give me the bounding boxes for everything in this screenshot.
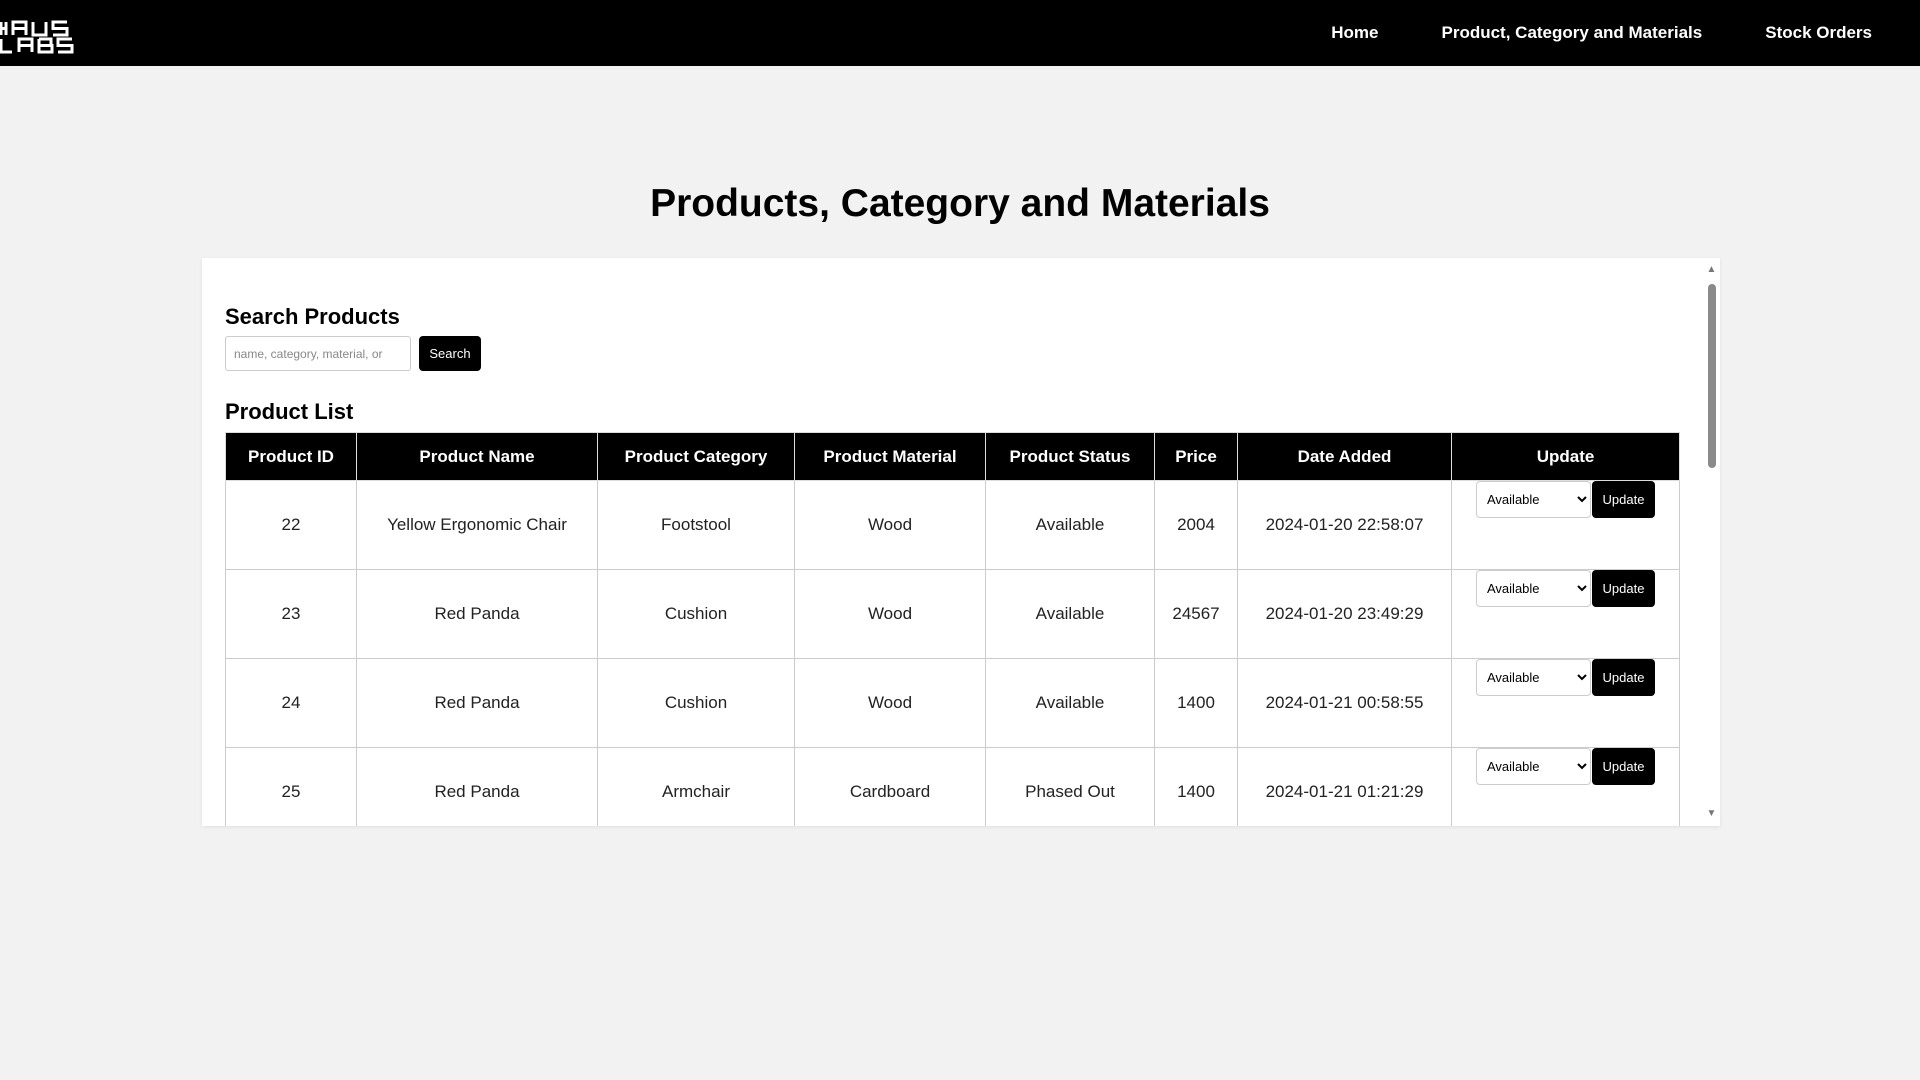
- cell-product-material: Wood: [794, 569, 986, 659]
- column-header: Product Status: [985, 432, 1155, 481]
- cell-product-id: 22: [225, 480, 357, 570]
- column-header: Date Added: [1237, 432, 1452, 481]
- cell-product-category: Footstool: [597, 480, 795, 570]
- panel-scrollbar[interactable]: ▲ ▼: [1703, 258, 1720, 826]
- cell-product-name: Red Panda: [356, 747, 598, 826]
- nav-links: Home Product, Category and Materials Sto…: [1331, 0, 1872, 66]
- cell-update: Available Update: [1451, 480, 1680, 570]
- search-button[interactable]: Search: [419, 336, 481, 371]
- search-heading: Search Products: [225, 304, 400, 329]
- cell-product-category: Armchair: [597, 747, 795, 826]
- update-button[interactable]: Update: [1592, 659, 1655, 696]
- table-row: 22 Yellow Ergonomic Chair Footstool Wood…: [225, 480, 1680, 570]
- cell-update: Available Update: [1451, 658, 1680, 748]
- cell-date-added: 2024-01-20 22:58:07: [1237, 480, 1452, 570]
- cell-date-added: 2024-01-21 01:21:29: [1237, 747, 1452, 826]
- table-header-row: Product ID Product Name Product Category…: [225, 432, 1680, 481]
- cell-product-name: Red Panda: [356, 569, 598, 659]
- nav-link-home[interactable]: Home: [1331, 23, 1378, 43]
- nav-link-products[interactable]: Product, Category and Materials: [1442, 23, 1703, 43]
- update-button[interactable]: Update: [1592, 748, 1655, 785]
- column-header: Product ID: [225, 432, 357, 481]
- search-input[interactable]: [225, 336, 411, 371]
- table-row: 25 Red Panda Armchair Cardboard Phased O…: [225, 747, 1680, 826]
- navbar: Home Product, Category and Materials Sto…: [0, 0, 1920, 66]
- cell-price: 1400: [1154, 658, 1238, 748]
- cell-date-added: 2024-01-20 23:49:29: [1237, 569, 1452, 659]
- column-header: Product Name: [356, 432, 598, 481]
- page-title: Products, Category and Materials: [650, 182, 1270, 225]
- cell-update: Available Update: [1451, 747, 1680, 826]
- table-row: 24 Red Panda Cushion Wood Available 1400…: [225, 658, 1680, 748]
- triangle-up-icon[interactable]: ▲: [1703, 262, 1720, 278]
- table-row: 23 Red Panda Cushion Wood Available 2456…: [225, 569, 1680, 659]
- cell-product-name: Yellow Ergonomic Chair: [356, 480, 598, 570]
- cell-product-category: Cushion: [597, 658, 795, 748]
- cell-product-status: Available: [985, 480, 1155, 570]
- nav-link-stock-orders[interactable]: Stock Orders: [1765, 23, 1872, 43]
- cell-product-material: Cardboard: [794, 747, 986, 826]
- cell-price: 2004: [1154, 480, 1238, 570]
- cell-product-id: 23: [225, 569, 357, 659]
- cell-product-status: Available: [985, 569, 1155, 659]
- status-select[interactable]: Available: [1476, 659, 1591, 696]
- haus-labs-logo[interactable]: [0, 20, 84, 54]
- triangle-down-icon[interactable]: ▼: [1703, 806, 1720, 822]
- update-button[interactable]: Update: [1592, 481, 1655, 518]
- product-list-heading: Product List: [225, 399, 354, 424]
- cell-product-id: 24: [225, 658, 357, 748]
- cell-product-category: Cushion: [597, 569, 795, 659]
- cell-product-material: Wood: [794, 658, 986, 748]
- cell-update: Available Update: [1451, 569, 1680, 659]
- cell-product-name: Red Panda: [356, 658, 598, 748]
- column-header: Product Category: [597, 432, 795, 481]
- cell-price: 1400: [1154, 747, 1238, 826]
- cell-product-material: Wood: [794, 480, 986, 570]
- status-select[interactable]: Available: [1476, 481, 1591, 518]
- column-header: Price: [1154, 432, 1238, 481]
- status-select[interactable]: Available: [1476, 748, 1591, 785]
- cell-price: 24567: [1154, 569, 1238, 659]
- cell-product-id: 25: [225, 747, 357, 826]
- cell-product-status: Phased Out: [985, 747, 1155, 826]
- cell-product-status: Available: [985, 658, 1155, 748]
- cell-date-added: 2024-01-21 00:58:55: [1237, 658, 1452, 748]
- column-header: Product Material: [794, 432, 986, 481]
- product-table: Product ID Product Name Product Category…: [225, 432, 1680, 826]
- update-button[interactable]: Update: [1592, 570, 1655, 607]
- column-header: Update: [1451, 432, 1680, 481]
- status-select[interactable]: Available: [1476, 570, 1591, 607]
- products-panel: Search Products Search Product List Prod…: [202, 258, 1720, 826]
- scrollbar-thumb[interactable]: [1708, 284, 1716, 468]
